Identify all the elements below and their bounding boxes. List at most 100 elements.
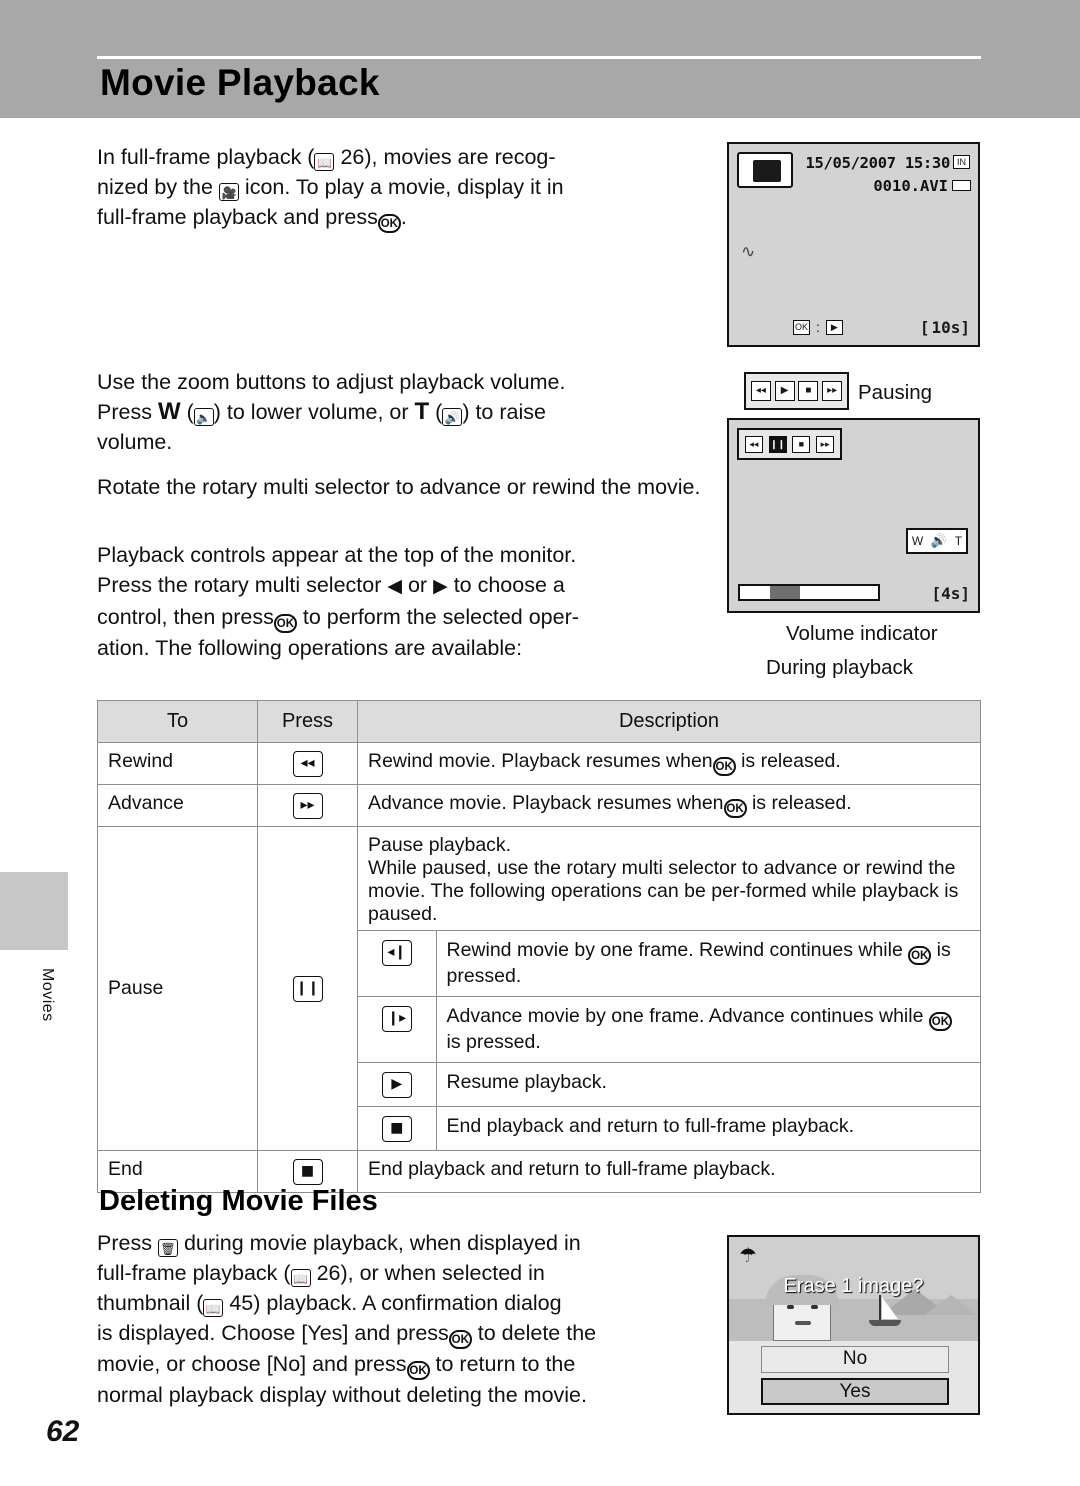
row-press: ◂◂ [257,742,358,785]
sub-text-cell: Advance movie by one frame. Advance cont… [435,996,980,1063]
page-number: 62 [46,1415,80,1448]
erase-dialog-title: Erase 1 image? [783,1275,924,1297]
ok-button-icon: OK [712,757,736,776]
volume-t-icon: T [954,534,963,548]
row-label: Rewind [97,742,258,785]
playback-control-strip-paused[interactable]: ◂◂ ❙❙ ■ ▸▸ [737,428,842,460]
pause-intro-1: Pause playback. [368,834,512,856]
row-press: ▸▸ [257,784,358,827]
table-row-pause: Pause ❙❙ Pause playback. While paused, u… [97,826,981,1151]
erase-no-button[interactable]: No [761,1346,949,1373]
volume-indicator: W 🔊 T [906,528,968,554]
sailboat-sail [882,1297,898,1319]
step-forward-icon[interactable]: ▸▸ [816,435,835,453]
p4-text-g: ation. The following operations are avai… [97,636,523,660]
sub-row: ▶ Resume playback. [358,1062,980,1107]
progress-fill [770,586,800,599]
sub-text-cell: Resume playback. [435,1062,980,1107]
p1-text-d: full-frame playback and press [97,205,378,229]
row-press: ❙❙ [257,826,358,1151]
paragraph-1: In full-frame playback (📖 26), movies ar… [97,142,707,233]
volume-up-icon: 🔊 [442,408,463,426]
s2-e2: to delete the [477,1321,597,1345]
sub-icon-cell: ◂❙ [358,930,436,997]
portrait-eye-left [787,1305,794,1309]
volume-w-icon: W [911,534,924,548]
p4-text-a: Playback controls appear at the top of t… [97,543,577,567]
play-icon: ▶ [381,1072,412,1098]
side-tab [0,872,68,950]
wide-zoom-button-label: W [157,398,181,425]
sub-text-cell: Rewind movie by one frame. Rewind contin… [435,930,980,997]
p4-text-c: or [407,573,428,597]
desc-a: Rewind movie. Playback resumes when [368,750,713,772]
p2-text-b: Press [97,400,152,424]
stop-icon: ■ [292,1159,323,1185]
mountain-shape-2 [925,1295,977,1315]
paragraph-4: Playback controls appear at the top of t… [97,540,709,663]
rewind-icon: ◂◂ [292,751,323,777]
step-back-icon: ◂❙ [381,940,412,966]
sub-text-a: Advance movie by one frame. Advance cont… [446,1005,924,1027]
tele-zoom-button-label: T [414,398,430,425]
sub-row: ❙▸ Advance movie by one frame. Advance c… [358,996,980,1063]
p1-text-c: icon. To play a movie, display it in [244,175,564,199]
sub-text-b: is pressed. [446,1031,541,1053]
sub-icon-cell: ❙▸ [358,996,436,1063]
monitor-playback: ◂◂ ❙❙ ■ ▸▸ W 🔊 T [4s] [727,418,980,613]
header-rule [97,56,981,59]
sub-row: ■ End playback and return to full-frame … [358,1106,980,1150]
duration-text: 4s [941,584,961,603]
monitor-fullframe-preview: 15/05/2007 15:30 IN 0010.AVI ∿ OK : ▶ [1… [727,142,980,347]
stop-icon[interactable]: ■ [792,435,811,453]
advance-icon[interactable]: ▸▸ [822,381,843,401]
desc-a: Advance movie. Playback resumes when [368,792,724,814]
section-heading-deleting: Deleting Movie Files [99,1185,378,1217]
volume-down-icon: 🔈 [193,408,214,426]
desc-b: is released. [751,792,852,814]
sailboat-mast [879,1295,881,1321]
s2-c: full-frame playback ( [97,1261,291,1285]
p2-text-d: ) to raise [462,400,546,424]
rewind-icon[interactable]: ◂◂ [750,381,771,401]
row-description: End playback and return to full-frame pl… [357,1150,981,1193]
erase-yes-button[interactable]: Yes [761,1378,949,1405]
s2-f: movie, or choose [No] and press [97,1352,407,1376]
portrait-mouth [795,1321,811,1325]
row-description: Rewind movie. Playback resumes when OK is… [357,742,981,785]
colon-separator: : [816,319,820,335]
ok-button-icon: OK [928,1012,952,1031]
duration-badge: [10s] [919,318,970,337]
sub-icon-cell: ▶ [358,1062,436,1107]
pause-icon[interactable]: ❙❙ [768,435,787,453]
p4-text-e: control, then press [97,605,274,629]
pause-play-icon[interactable]: ▶ [774,381,795,401]
sub-icon-cell: ■ [358,1106,436,1150]
paragraph-3: Rotate the rotary multi selector to adva… [97,475,701,499]
speaker-icon: 🔊 [930,533,948,548]
duration-text: 10s [931,318,961,337]
ok-button-icon: OK [723,799,747,818]
table-row: Advance ▸▸ Advance movie. Playback resum… [97,784,981,827]
side-tab-label: Movies [39,968,56,1022]
stop-icon[interactable]: ■ [798,381,819,401]
row-label: Advance [97,784,258,827]
s2-c2: 26), or when selected in [316,1261,545,1285]
playback-control-strip-pausing[interactable]: ◂◂ ▶ ■ ▸▸ [744,372,849,410]
ok-button-icon: OK [377,214,401,233]
ok-icon: OK [793,319,810,335]
step-back-icon[interactable]: ◂◂ [744,435,763,453]
duration-badge: [4s] [931,584,970,603]
movie-mode-badge [737,152,793,188]
sub-row: ◂❙ Rewind movie by one frame. Rewind con… [358,930,980,997]
right-arrow-icon: ▶ [433,576,448,597]
page-title: Movie Playback [100,62,380,103]
date-text: 15/05/2007 [805,154,896,172]
ok-button-icon: OK [908,946,932,965]
p1-text-b: nized by the [97,175,213,199]
book-ref-icon: 📖 [314,153,335,171]
book-ref-icon: 📖 [203,1299,224,1317]
pause-sub-table: ◂❙ Rewind movie by one frame. Rewind con… [358,930,980,1150]
movie-marker-icon: ∿ [741,242,756,261]
pause-intro-2: While paused, use the rotary multi selec… [368,857,959,925]
